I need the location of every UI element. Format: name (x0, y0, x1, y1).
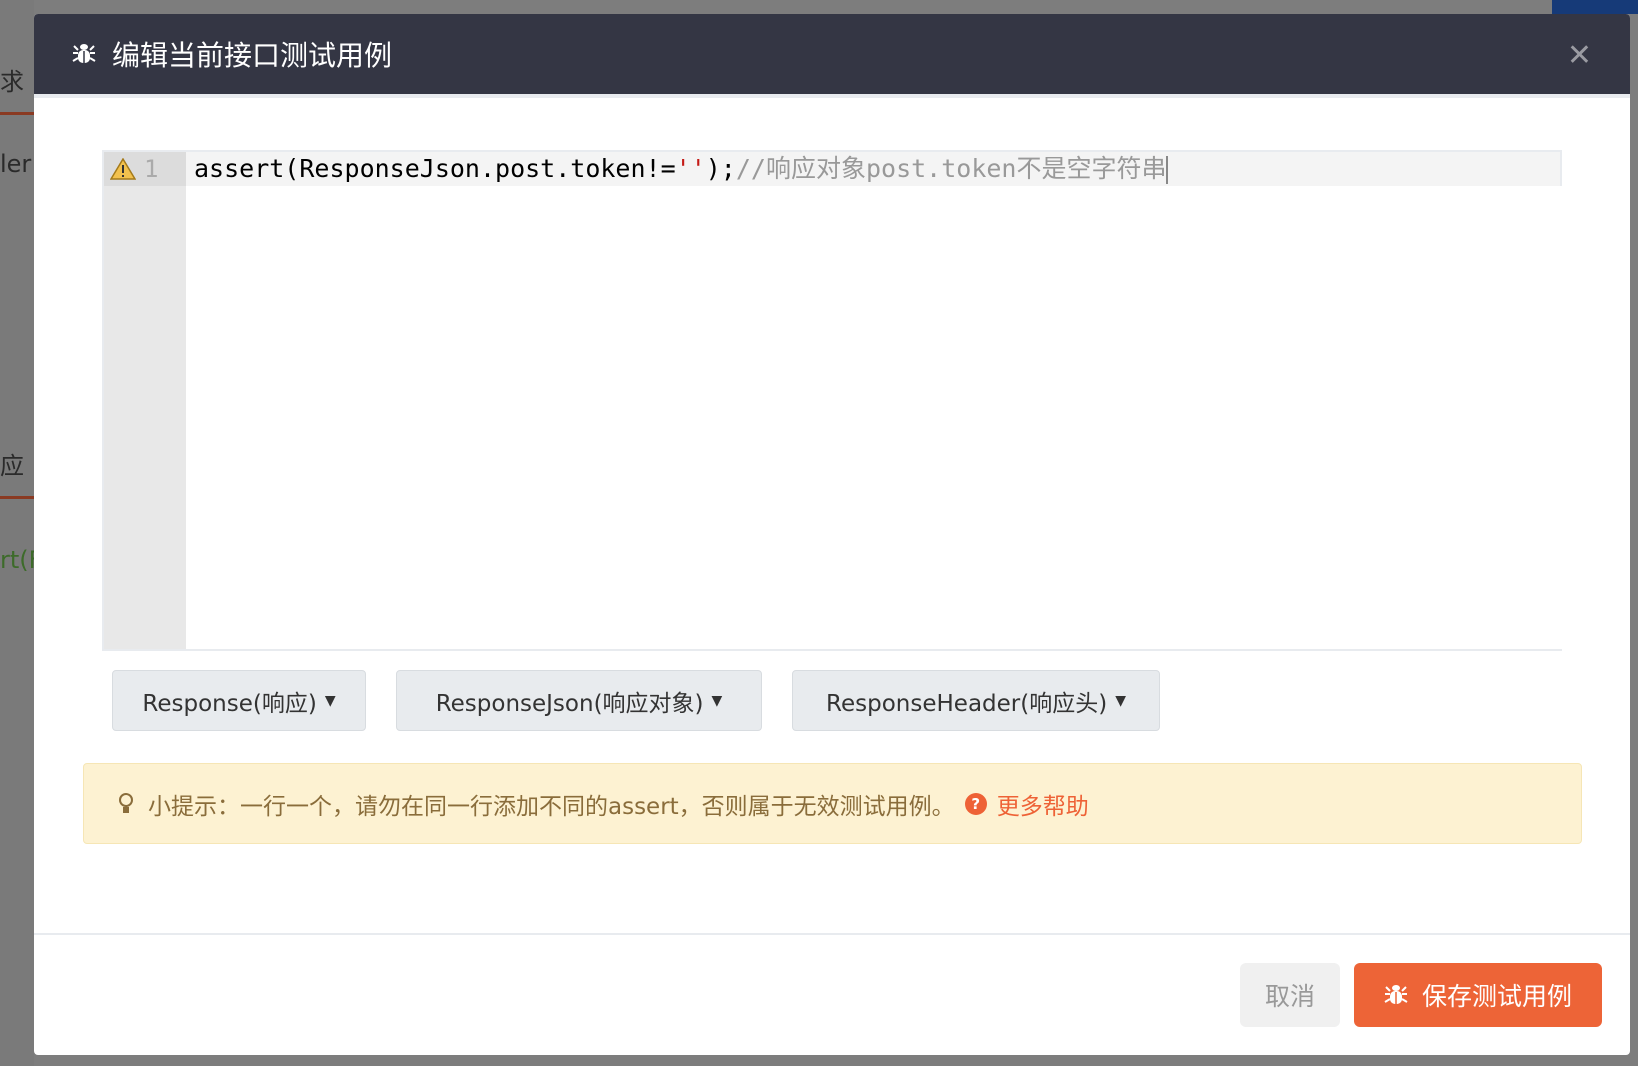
background-tab-underline (0, 112, 34, 115)
dropdown-label: Response(响应) (142, 690, 317, 717)
background-tab-underline (0, 496, 34, 499)
warning-icon (110, 158, 136, 180)
response-dropdown[interactable]: Response(响应) ▼ (112, 670, 366, 731)
editor-gutter: 1 (104, 152, 186, 649)
code-text: assert(ResponseJson.post.token!= (194, 154, 676, 183)
response-json-dropdown[interactable]: ResponseJson(响应对象) ▼ (396, 670, 762, 731)
background-page: 求 ler 应 rt(F (0, 0, 42, 1066)
modal-header: 编辑当前接口测试用例 (34, 14, 1630, 98)
lightbulb-icon (119, 792, 133, 813)
code-string: '' (675, 154, 706, 183)
close-icon[interactable]: ✕ (1567, 38, 1592, 73)
more-help-label: 更多帮助 (996, 793, 1089, 820)
line-number: 1 (144, 155, 159, 183)
background-text: 应 (0, 452, 24, 480)
save-label: 保存测试用例 (1421, 982, 1572, 1011)
dropdown-label: ResponseJson(响应对象) (435, 690, 704, 717)
text-cursor (1166, 156, 1169, 184)
tip-alert: 小提示：一行一个，请勿在同一行添加不同的assert，否则属于无效测试用例。 ?… (83, 763, 1582, 844)
editor-text-area[interactable] (186, 186, 1566, 649)
question-circle-icon: ? (964, 792, 987, 815)
cancel-button[interactable]: 取消 (1240, 963, 1340, 1027)
tip-text: 小提示：一行一个，请勿在同一行添加不同的assert，否则属于无效测试用例。 (148, 793, 955, 820)
test-case-modal: 编辑当前接口测试用例 ✕ 1 assert(ResponseJson.post.… (34, 14, 1630, 1055)
modal-title: 编辑当前接口测试用例 (112, 39, 393, 72)
footer-divider (34, 933, 1630, 935)
background-text: 求 (0, 68, 24, 96)
background-text: ler (0, 150, 32, 178)
more-help-link[interactable]: ? 更多帮助 (964, 787, 1089, 821)
caret-down-icon: ▼ (324, 692, 336, 709)
background-button (1552, 0, 1638, 14)
caret-down-icon: ▼ (711, 692, 723, 709)
caret-down-icon: ▼ (1115, 692, 1126, 709)
dropdown-label: ResponseHeader(响应头) (826, 690, 1108, 717)
code-line[interactable]: assert(ResponseJson.post.token!='');//响应… (186, 152, 1560, 186)
code-comment: //响应对象post.token不是空字符串 (735, 154, 1167, 183)
save-test-case-button[interactable]: 保存测试用例 (1354, 963, 1602, 1027)
code-editor[interactable]: 1 assert(ResponseJson.post.token!='');//… (102, 150, 1566, 651)
bug-icon (1384, 985, 1408, 1004)
response-header-dropdown[interactable]: ResponseHeader(响应头) ▼ (792, 670, 1160, 731)
code-text-end: ); (705, 154, 736, 183)
bug-icon (72, 44, 96, 63)
